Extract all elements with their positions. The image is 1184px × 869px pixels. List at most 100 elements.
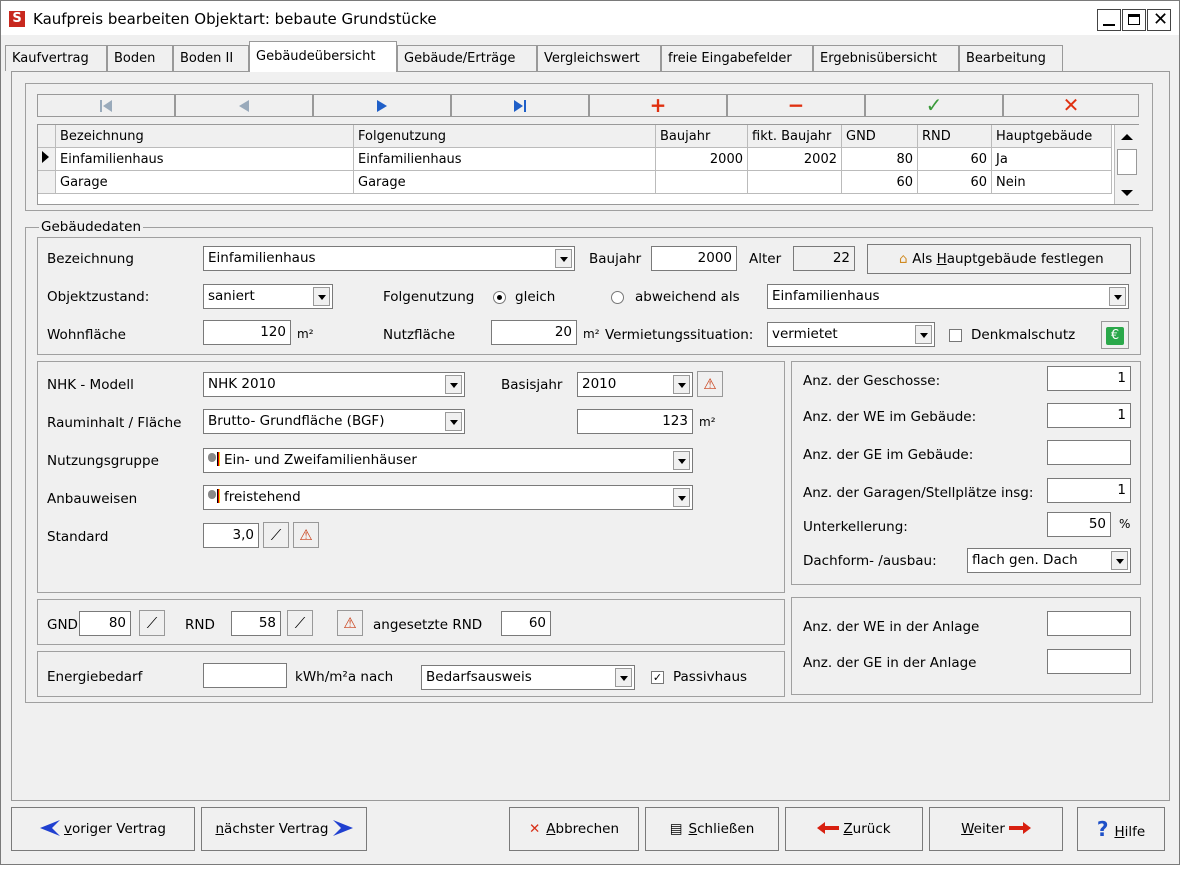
passivhaus-checkbox[interactable]: ✓ xyxy=(651,671,664,684)
ge-gebaeude-input[interactable] xyxy=(1047,440,1131,465)
tab-gebaeude-ertraege[interactable]: Gebäude/Erträge xyxy=(397,45,537,71)
ge-anlage-input[interactable] xyxy=(1047,649,1131,674)
nhk-modell-select[interactable]: NHK 2010 xyxy=(203,372,465,397)
baujahr-input[interactable]: 2000 xyxy=(651,246,737,271)
col-header-hauptgebaeude[interactable]: Hauptgebäude xyxy=(992,125,1112,148)
nav-delete-button[interactable]: − xyxy=(727,94,865,117)
gebaeudedaten-group-label: Gebäudedaten xyxy=(39,219,144,235)
table-cell[interactable]: Garage xyxy=(56,171,354,194)
dachform-select[interactable]: flach gen. Dach xyxy=(967,548,1131,573)
col-header-folgenutzung[interactable]: Folgenutzung xyxy=(354,125,656,148)
chevron-down-icon xyxy=(1111,551,1128,570)
tab-vergleichswert[interactable]: Vergleichswert xyxy=(537,45,661,71)
previous-contract-button[interactable]: voriger Vertrag xyxy=(11,807,195,851)
nav-first-button[interactable] xyxy=(37,94,175,117)
bgf-input[interactable]: 123 xyxy=(577,409,693,434)
tab-boden-ii[interactable]: Boden II xyxy=(173,45,249,71)
nav-last-button[interactable] xyxy=(451,94,589,117)
nav-add-button[interactable]: + xyxy=(589,94,727,117)
rnd-wand-button[interactable]: ⟋ xyxy=(287,610,313,636)
maximize-button[interactable] xyxy=(1122,9,1146,31)
angesetzte-rnd-input[interactable]: 60 xyxy=(501,611,551,636)
bezeichnung-combo[interactable]: Einfamilienhaus xyxy=(203,246,575,271)
geschosse-input[interactable]: 1 xyxy=(1047,366,1131,391)
zurueck-button[interactable]: Zurück xyxy=(785,807,923,851)
energie-unit-label: kWh/m²a nach xyxy=(295,669,394,685)
rnd-info-button[interactable]: ⚠ xyxy=(337,610,363,636)
close-button[interactable]: ✕ xyxy=(1147,9,1171,31)
nutzflaeche-label: Nutzfläche xyxy=(383,327,456,343)
hilfe-button[interactable]: ? Hilfe xyxy=(1077,807,1165,851)
row-indicator[interactable] xyxy=(38,148,56,171)
gnd-wand-button[interactable]: ⟋ xyxy=(139,610,165,636)
anbauweisen-select[interactable]: freistehend xyxy=(203,485,693,510)
euro-button[interactable]: € xyxy=(1101,321,1129,349)
next-contract-button[interactable]: nächster Vertrag xyxy=(201,807,367,851)
nav-confirm-button[interactable]: ✓ xyxy=(865,94,1003,117)
col-header-rnd[interactable]: RND xyxy=(918,125,992,148)
table-cell[interactable]: Einfamilienhaus xyxy=(354,148,656,171)
table-cell[interactable]: 2002 xyxy=(748,148,842,171)
we-anlage-input[interactable] xyxy=(1047,611,1131,636)
abbrechen-button[interactable]: ✕ Abbrechen xyxy=(509,807,639,851)
row-indicator[interactable] xyxy=(38,171,56,194)
table-cell[interactable]: 2000 xyxy=(656,148,748,171)
table-cell[interactable]: 80 xyxy=(842,148,918,171)
table-scrollbar[interactable] xyxy=(1114,125,1139,204)
prev-record-icon xyxy=(239,100,249,112)
first-record-icon xyxy=(100,100,112,112)
table-cell[interactable]: Garage xyxy=(354,171,656,194)
nav-prev-button[interactable] xyxy=(175,94,313,117)
standard-input[interactable]: 3,0 xyxy=(203,523,259,548)
tab-bearbeitung[interactable]: Bearbeitung xyxy=(959,45,1063,71)
scroll-thumb[interactable] xyxy=(1117,149,1137,175)
basisjahr-info-button[interactable]: ⚠ xyxy=(697,371,723,397)
col-header-baujahr[interactable]: Baujahr xyxy=(656,125,748,148)
unterkellerung-input[interactable]: 50 xyxy=(1047,512,1111,537)
chevron-down-icon xyxy=(313,287,330,306)
tab-freie-eingabefelder[interactable]: freie Eingabefelder xyxy=(661,45,813,71)
nutzflaeche-input[interactable]: 20 xyxy=(491,320,577,345)
wohnflaeche-input[interactable]: 120 xyxy=(203,320,291,345)
tab-kaufvertrag[interactable]: Kaufvertrag xyxy=(5,45,107,71)
rauminhalt-select[interactable]: Brutto- Grundfläche (BGF) xyxy=(203,409,465,434)
table-cell[interactable]: Ja xyxy=(992,148,1112,171)
objektzustand-select[interactable]: saniert xyxy=(203,284,333,309)
gnd-input[interactable]: 80 xyxy=(79,611,131,636)
col-header-fikt-baujahr[interactable]: fikt. Baujahr xyxy=(748,125,842,148)
tab-gebaeudeuebersicht[interactable]: Gebäudeübersicht xyxy=(249,41,397,72)
denkmalschutz-checkbox[interactable] xyxy=(949,329,962,342)
radio-gleich[interactable] xyxy=(493,291,506,304)
set-main-building-button[interactable]: ⌂ Als Hauptgebäude festlegen xyxy=(867,244,1131,274)
ausweis-select[interactable]: Bedarfsausweis xyxy=(421,665,635,690)
energiebedarf-input[interactable] xyxy=(203,663,287,688)
we-gebaeude-input[interactable]: 1 xyxy=(1047,403,1131,428)
table-cell[interactable] xyxy=(656,171,748,194)
tab-ergebnisuebersicht[interactable]: Ergebnisübersicht xyxy=(813,45,959,71)
table-cell[interactable] xyxy=(748,171,842,194)
nav-cancel-button[interactable]: ✕ xyxy=(1003,94,1139,117)
table-cell[interactable]: 60 xyxy=(918,148,992,171)
table-cell[interactable]: Einfamilienhaus xyxy=(56,148,354,171)
nutzungsgruppe-select[interactable]: Ein- und Zweifamilienhäuser xyxy=(203,448,693,473)
table-cell[interactable]: 60 xyxy=(842,171,918,194)
standard-wand-button[interactable]: ⟋ xyxy=(263,522,289,548)
bezeichnung-label: Bezeichnung xyxy=(47,251,134,267)
garagen-input[interactable]: 1 xyxy=(1047,478,1131,503)
nav-next-button[interactable] xyxy=(313,94,451,117)
basisjahr-select[interactable]: 2010 xyxy=(577,372,693,397)
table-cell[interactable]: Nein xyxy=(992,171,1112,194)
col-header-bezeichnung[interactable]: Bezeichnung xyxy=(56,125,354,148)
minimize-button[interactable] xyxy=(1097,9,1121,31)
table-cell[interactable]: 60 xyxy=(918,171,992,194)
rnd-input[interactable]: 58 xyxy=(231,611,281,636)
tab-boden[interactable]: Boden xyxy=(107,45,173,71)
info-book-icon: ⚠ xyxy=(343,614,357,632)
radio-abweichend[interactable] xyxy=(611,291,624,304)
weiter-button[interactable]: Weiter xyxy=(929,807,1063,851)
vermietung-select[interactable]: vermietet xyxy=(767,322,935,347)
folgenutzung-combo[interactable]: Einfamilienhaus xyxy=(767,284,1129,309)
col-header-gnd[interactable]: GND xyxy=(842,125,918,148)
standard-info-button[interactable]: ⚠ xyxy=(293,522,319,548)
schliessen-button[interactable]: ▤ Schließen xyxy=(645,807,779,851)
